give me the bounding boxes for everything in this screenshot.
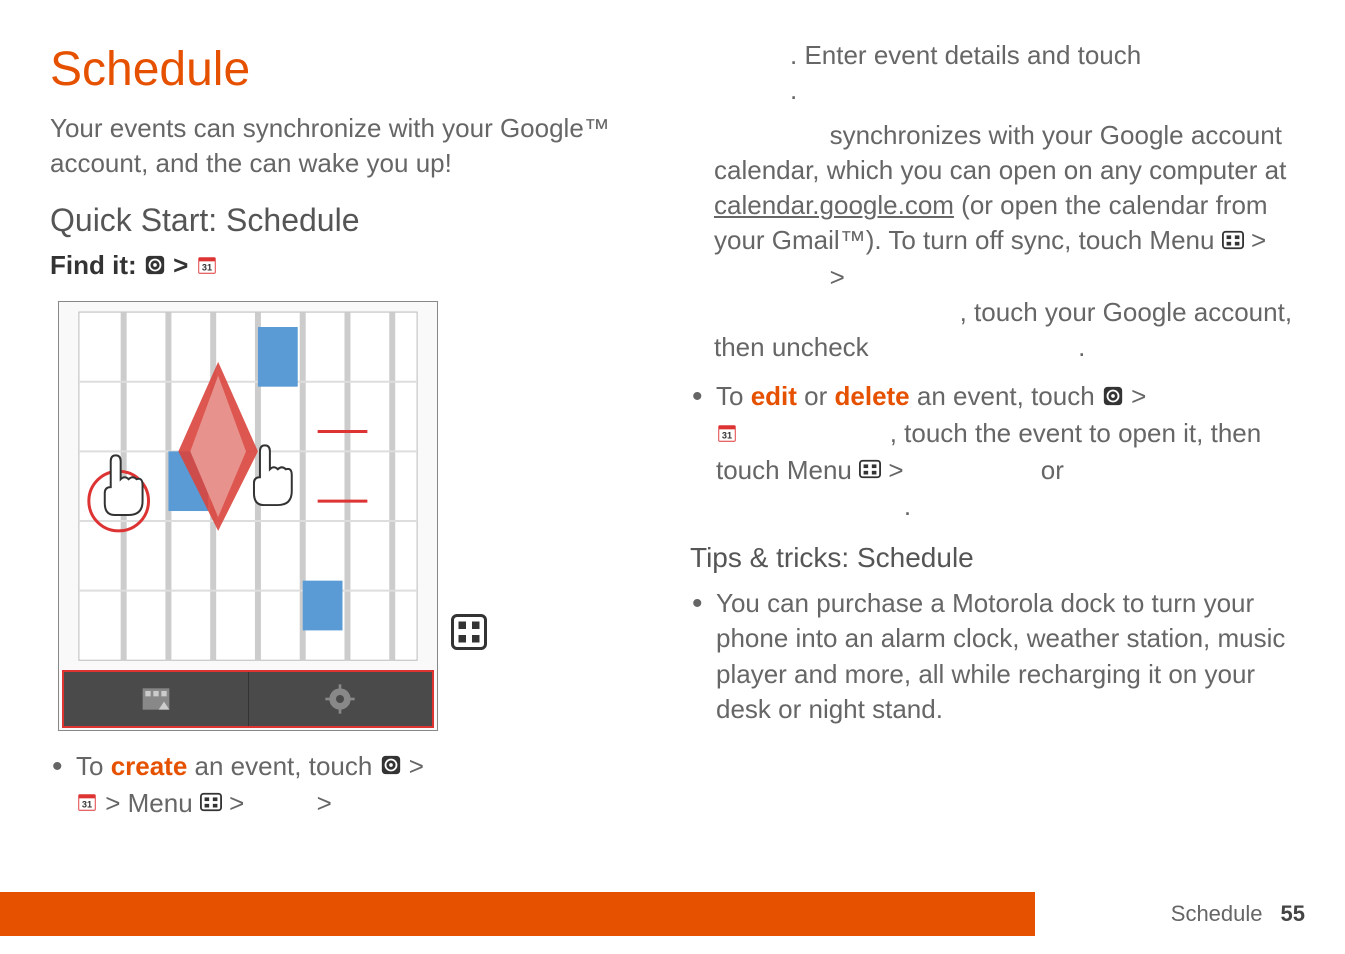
- calendar-icon: 31: [716, 418, 738, 453]
- apps-circle-icon: [380, 750, 402, 785]
- figure-bottombar-left-button: [64, 672, 249, 726]
- menu-soft-key-icon: [200, 787, 222, 822]
- calendar-google-link[interactable]: calendar.google.com: [714, 190, 954, 220]
- bullet-create-event: To create an event, touch > 31 > Menu > …: [50, 749, 630, 822]
- bullet-edit-delete-event: To edit or delete an event, touch > 31 ,…: [690, 379, 1295, 524]
- quick-start-heading: Quick Start: Schedule: [50, 199, 630, 242]
- footer-page-number: 55: [1281, 899, 1305, 929]
- svg-text:31: 31: [722, 430, 732, 440]
- tip-dock: You can purchase a Motorola dock to turn…: [690, 586, 1295, 726]
- menu-soft-key-icon: [1222, 225, 1244, 260]
- calendar-screenshot-figure: [58, 301, 438, 731]
- tips-heading: Tips & tricks: Schedule: [690, 539, 1295, 577]
- sync-paragraph: synchronizes with your Google account ca…: [690, 118, 1295, 365]
- find-it-line: Find it: > 31: [50, 248, 630, 285]
- svg-text:31: 31: [82, 800, 92, 810]
- keyword-edit: edit: [751, 381, 797, 411]
- intro-paragraph: Your events can synchronize with your Go…: [50, 111, 630, 181]
- keyword-delete: delete: [835, 381, 910, 411]
- apps-circle-icon: [1102, 381, 1124, 416]
- page-footer: Schedule 55: [0, 892, 1345, 936]
- calendar-icon: 31: [76, 787, 98, 822]
- menu-soft-key-icon: [859, 454, 881, 489]
- calendar-icon: 31: [196, 250, 218, 285]
- page-title: Schedule: [50, 38, 630, 103]
- figure-callout-menu-icon: [451, 614, 487, 650]
- footer-section-label: Schedule: [1171, 899, 1263, 929]
- continuation-paragraph: . Enter event details and touch: [690, 38, 1295, 73]
- keyword-create: create: [111, 751, 188, 781]
- apps-circle-icon: [144, 250, 166, 285]
- svg-text:31: 31: [201, 262, 211, 272]
- figure-bottombar: [62, 670, 434, 728]
- figure-bottombar-right-button: [249, 672, 433, 726]
